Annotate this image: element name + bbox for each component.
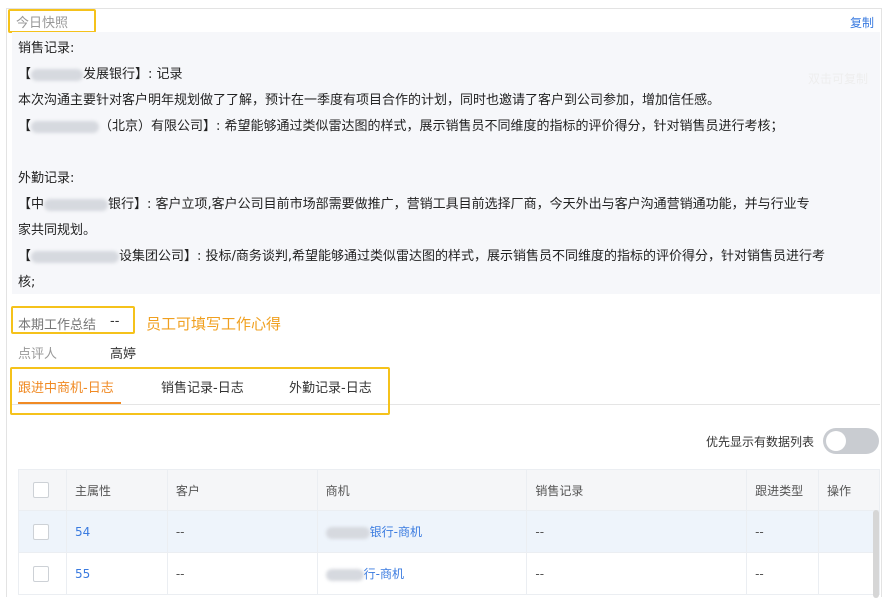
actions-cell (818, 510, 880, 553)
snapshot-title-highlight (8, 9, 96, 33)
customer-cell: -- (166, 510, 318, 553)
sales-record-line: 【发展银行】: 记录 (18, 67, 183, 82)
record-id-link[interactable]: 55 (75, 567, 90, 581)
opportunity-link[interactable]: 行-商机 (325, 567, 404, 581)
work-summary-highlight (11, 306, 135, 334)
sales-record-cell: -- (526, 552, 748, 595)
table-scrollbar[interactable] (873, 510, 879, 598)
follow-type-cell: -- (746, 552, 819, 595)
column-header[interactable]: 销售记录 (526, 469, 748, 511)
row-select-cell (18, 510, 67, 553)
redacted-name (325, 568, 364, 581)
actions-cell (818, 552, 880, 595)
redacted-name (31, 68, 84, 81)
field-record-line: 家共同规划。 (18, 223, 97, 238)
reviewer-name: 高婷 (110, 347, 137, 362)
prioritize-data-label: 优先显示有数据列表 (706, 435, 815, 449)
row-select-cell (18, 552, 67, 595)
copy-watermark: 双击可复制 (807, 72, 868, 86)
select-all-checkbox[interactable] (33, 482, 49, 498)
select-all-cell (18, 469, 67, 511)
redacted-name (31, 250, 120, 263)
table-row[interactable]: 55 -- 行-商机 -- -- (18, 552, 880, 595)
field-record-line: 核; (18, 275, 36, 290)
field-record-heading: 外勤记录: (18, 171, 75, 186)
customer-cell: -- (166, 552, 318, 595)
redacted-name (325, 526, 370, 539)
column-header: 操作 (818, 469, 880, 511)
work-summary-hint: 员工可填写工作心得 (146, 315, 282, 333)
redacted-name (44, 198, 109, 211)
column-header[interactable]: 跟进类型 (746, 469, 819, 511)
sales-record-line: 【（北京）有限公司】: 希望能够通过类似雷达图的样式，展示销售员不同维度的指标的… (18, 119, 784, 134)
sales-record-cell: -- (526, 510, 748, 553)
opportunity-link[interactable]: 银行-商机 (325, 525, 422, 539)
log-table: 主属性 客户 商机 销售记录 跟进类型 操作 54 -- 银行-商机 -- --… (18, 469, 880, 595)
record-id-link[interactable]: 54 (75, 525, 90, 539)
table-row[interactable]: 54 -- 银行-商机 -- -- (18, 510, 880, 553)
redacted-name (31, 120, 100, 133)
reviewer-label: 点评人 (18, 347, 58, 362)
column-header[interactable]: 客户 (166, 469, 318, 511)
column-header[interactable]: 商机 (316, 469, 528, 511)
prioritize-data-toggle[interactable] (823, 428, 879, 454)
sales-record-line: 本次沟通主要针对客户明年规划做了了解，预计在一季度有项目合作的计划，同时也邀请了… (18, 93, 721, 108)
sales-record-heading: 销售记录: (18, 41, 75, 56)
tabs-highlight (10, 367, 390, 415)
follow-type-cell: -- (746, 510, 819, 553)
row-checkbox[interactable] (33, 565, 49, 582)
table-header-row: 主属性 客户 商机 销售记录 跟进类型 操作 (18, 469, 880, 511)
field-record-line: 【设集团公司】: 投标/商务谈判,希望能够通过类似雷达图的样式，展示销售员不同维… (18, 249, 826, 264)
field-record-line: 【中 银行】: 客户立项,客户公司目前市场部需要做推广，营销工具目前选择厂商，今天… (18, 197, 810, 212)
copy-button[interactable]: 复制 (850, 14, 874, 31)
toggle-knob (826, 431, 846, 451)
row-checkbox[interactable] (33, 523, 49, 540)
column-header[interactable]: 主属性 (65, 469, 168, 511)
